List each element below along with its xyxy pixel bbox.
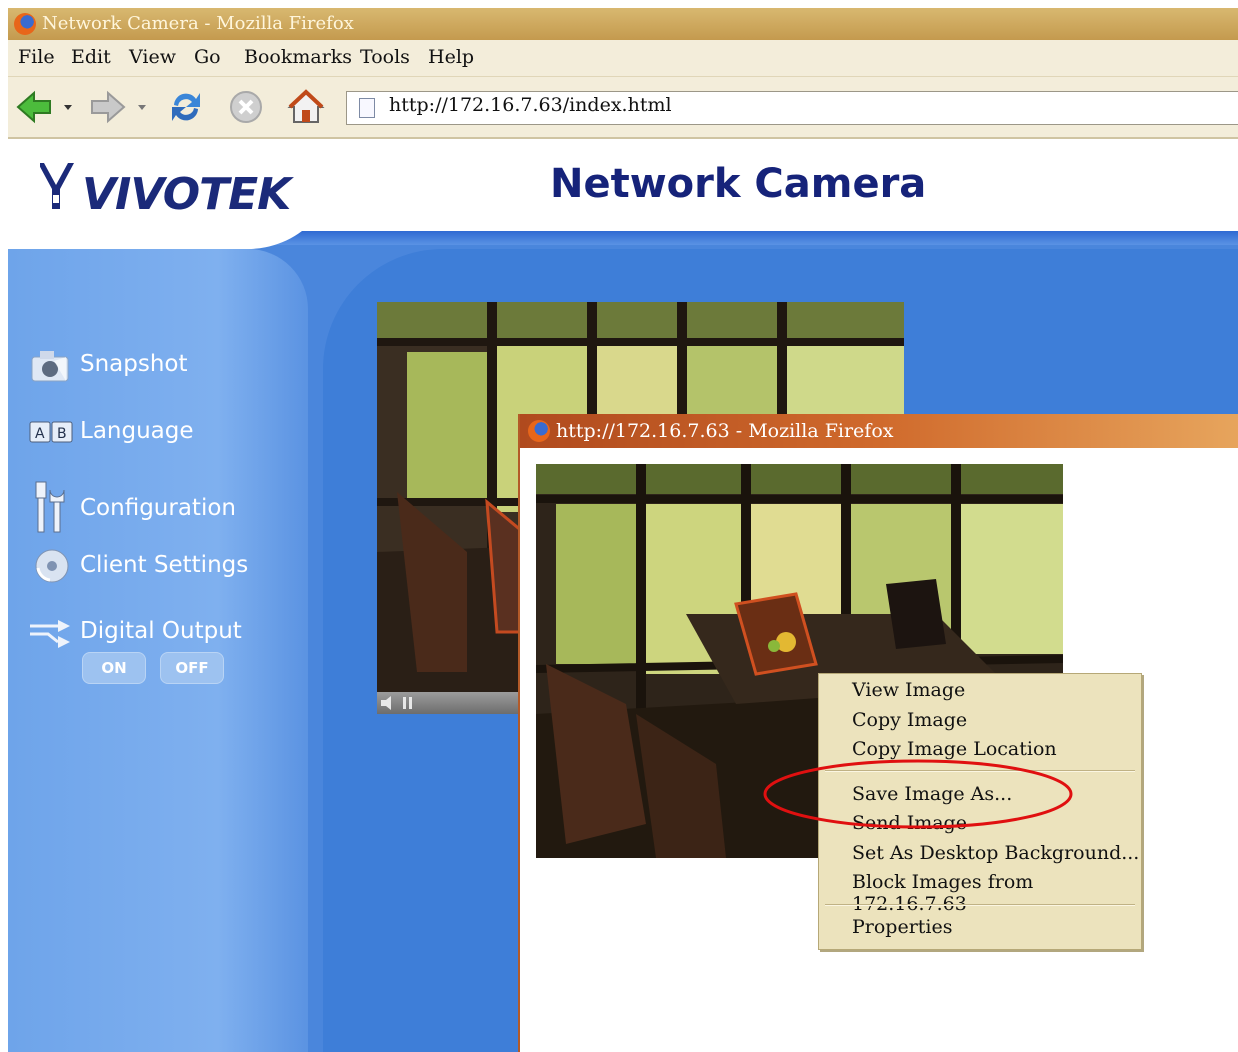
back-dropdown-icon[interactable] [60,87,76,127]
address-url[interactable]: http://172.16.7.63/index.html [389,94,672,116]
sidebar-item-configuration[interactable]: Configuration [28,478,236,538]
menu-help[interactable]: Help [428,46,474,68]
back-arrow-icon[interactable] [14,87,54,127]
firefox-icon [14,13,36,35]
sidebar-item-label: Client Settings [80,552,249,578]
sidebar-item-language[interactable]: A B Language [28,411,194,451]
menu-item-view-image[interactable]: View Image [852,679,965,701]
stop-icon[interactable] [226,87,266,127]
language-icon: A B [29,421,73,443]
window-titlebar: Network Camera - Mozilla Firefox [8,8,1238,40]
tools-icon [35,481,65,533]
sidebar-item-digital-output[interactable]: Digital Output [28,611,242,651]
menu-bookmarks[interactable]: Bookmarks [244,46,352,68]
menu-item-set-desktop-background[interactable]: Set As Desktop Background... [852,842,1139,864]
menu-item-copy-image-location[interactable]: Copy Image Location [852,738,1057,760]
menu-file[interactable]: File [18,46,55,68]
volume-icon[interactable] [377,692,417,714]
popup-titlebar: http://172.16.7.63 - Mozilla Firefox [520,414,1238,448]
highlight-ellipse [763,759,1073,829]
menu-bar: File Edit View Go Bookmarks Tools Help [8,40,1238,77]
menu-go[interactable]: Go [194,46,221,68]
vivotek-logo: VIVOTEK [82,169,291,220]
camera-icon [31,351,69,382]
forward-dropdown-icon[interactable] [134,87,150,127]
digital-output-off-button[interactable]: OFF [160,652,224,684]
disc-icon [35,549,69,583]
menu-view[interactable]: View [129,46,176,68]
popup-title: http://172.16.7.63 - Mozilla Firefox [556,420,894,442]
sidebar-item-label: Digital Output [80,618,242,644]
sidebar-item-label: Language [80,418,194,444]
menu-item-properties[interactable]: Properties [852,916,953,938]
nav-toolbar: http://172.16.7.63/index.html [8,77,1238,139]
page-title: Network Camera [550,161,927,207]
sidebar-item-snapshot[interactable]: Snapshot [28,344,188,384]
window-title: Network Camera - Mozilla Firefox [42,13,354,34]
menu-tools[interactable]: Tools [360,46,410,68]
digital-output-on-button[interactable]: ON [82,652,146,684]
menu-item-copy-image[interactable]: Copy Image [852,709,967,731]
home-icon[interactable] [286,87,326,127]
menu-separator [825,904,1135,906]
menu-item-block-images[interactable]: Block Images from 172.16.7.63 [852,871,1141,915]
sidebar-item-client-settings[interactable]: Client Settings [28,545,248,585]
svg-text:B: B [57,426,67,442]
menu-edit[interactable]: Edit [71,46,111,68]
sidebar-item-label: Snapshot [80,351,188,377]
output-icon [30,620,70,648]
sidebar-item-label: Configuration [80,495,236,521]
reload-icon[interactable] [166,87,206,127]
forward-arrow-icon[interactable] [88,87,128,127]
address-bar[interactable]: http://172.16.7.63/index.html [346,91,1238,125]
vivotek-mark-icon [40,163,74,209]
page-icon [359,98,375,118]
firefox-icon [528,420,550,442]
svg-text:A: A [35,426,45,442]
logo-area: VIVOTEK [8,139,338,249]
